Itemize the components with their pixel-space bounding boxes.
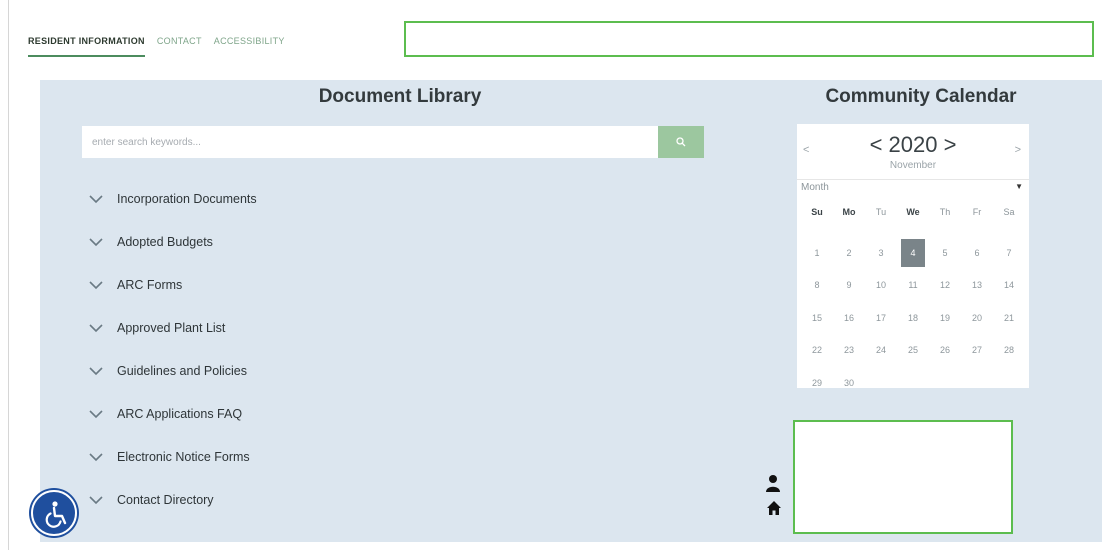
- calendar-day[interactable]: 16: [833, 302, 865, 335]
- calendar-month-label: November: [889, 160, 937, 171]
- document-item-label: Contact Directory: [117, 492, 214, 507]
- wheelchair-icon: [45, 501, 67, 528]
- chevron-down-icon: [89, 323, 103, 332]
- document-item-budgets[interactable]: Adopted Budgets: [88, 220, 257, 263]
- calendar-day[interactable]: 20: [961, 302, 993, 335]
- search-button[interactable]: [658, 126, 704, 158]
- chevron-down-icon: [89, 280, 103, 289]
- calendar-day[interactable]: 19: [929, 302, 961, 335]
- calendar-day[interactable]: 8: [801, 269, 833, 302]
- calendar-day[interactable]: 29: [801, 367, 833, 400]
- nav-contact[interactable]: CONTACT: [157, 36, 202, 55]
- weekday-header: Tu: [875, 207, 887, 217]
- nav-resident-information[interactable]: RESIDENT INFORMATION: [28, 36, 145, 57]
- calendar-day-selected-label: 4: [901, 238, 925, 267]
- chevron-down-icon: [89, 452, 103, 461]
- weekday-header: Sa: [1003, 207, 1015, 217]
- calendar-day[interactable]: 15: [801, 302, 833, 335]
- document-item-label: Incorporation Documents: [117, 191, 257, 206]
- weekday-header: Mo: [842, 207, 856, 217]
- document-item-label: Electronic Notice Forms: [117, 449, 250, 464]
- calendar-widget: < < 2020 > > November Month ▼ Su Mo Tu W…: [797, 124, 1029, 388]
- community-calendar-title: Community Calendar: [825, 86, 1017, 107]
- calendar-day-selected[interactable]: 4: [897, 237, 929, 270]
- search-icon: [676, 137, 686, 147]
- calendar-day[interactable]: 2: [833, 237, 865, 270]
- document-list: Incorporation Documents Adopted Budgets …: [88, 188, 257, 532]
- weekday-header: Su: [811, 207, 823, 217]
- document-item-plant-list[interactable]: Approved Plant List: [88, 306, 257, 349]
- calendar-day[interactable]: 7: [993, 237, 1025, 270]
- calendar-day[interactable]: 27: [961, 334, 993, 367]
- document-item-label: ARC Applications FAQ: [117, 406, 243, 421]
- document-item-arc-faq[interactable]: ARC Applications FAQ: [88, 392, 257, 435]
- calendar-year-selector[interactable]: < 2020 >: [797, 132, 1029, 158]
- chevron-down-icon: [89, 366, 103, 375]
- document-item-label: Approved Plant List: [117, 320, 226, 335]
- calendar-grid: Su Mo Tu We Th Fr Sa 1 2 3 4 5 6 7 8 9 1…: [801, 204, 1025, 399]
- calendar-day[interactable]: 22: [801, 334, 833, 367]
- calendar-day[interactable]: 28: [993, 334, 1025, 367]
- document-item-label: Guidelines and Policies: [117, 363, 247, 378]
- chevron-down-icon: [89, 495, 103, 504]
- calendar-day[interactable]: 12: [929, 269, 961, 302]
- top-navigation: RESIDENT INFORMATION CONTACT ACCESSIBILI…: [28, 36, 297, 62]
- calendar-day[interactable]: 30: [833, 367, 865, 400]
- calendar-view-label: Month: [801, 182, 829, 193]
- calendar-day[interactable]: 1: [801, 237, 833, 270]
- accessibility-widget-button[interactable]: [31, 490, 77, 536]
- document-item-incorporation[interactable]: Incorporation Documents: [88, 177, 257, 220]
- calendar-day[interactable]: 10: [865, 269, 897, 302]
- calendar-day[interactable]: 17: [865, 302, 897, 335]
- header-highlight-box: [404, 21, 1094, 57]
- document-library-title: Document Library: [318, 86, 482, 107]
- calendar-day[interactable]: 26: [929, 334, 961, 367]
- document-item-contact-directory[interactable]: Contact Directory: [88, 478, 257, 521]
- calendar-day[interactable]: 14: [993, 269, 1025, 302]
- document-item-notice-forms[interactable]: Electronic Notice Forms: [88, 435, 257, 478]
- person-icon[interactable]: [766, 474, 780, 497]
- calendar-day[interactable]: 6: [961, 237, 993, 270]
- document-item-arc-forms[interactable]: ARC Forms: [88, 263, 257, 306]
- document-item-guidelines[interactable]: Guidelines and Policies: [88, 349, 257, 392]
- calendar-day[interactable]: 13: [961, 269, 993, 302]
- calendar-day[interactable]: 11: [897, 269, 929, 302]
- weekday-header: Fr: [972, 207, 982, 217]
- calendar-day[interactable]: 5: [929, 237, 961, 270]
- chevron-down-icon: [89, 237, 103, 246]
- caret-down-icon: ▼: [1015, 182, 1023, 191]
- search-input[interactable]: [82, 126, 658, 158]
- calendar-day[interactable]: 23: [833, 334, 865, 367]
- weekday-header: Th: [939, 207, 951, 217]
- calendar-view-dropdown[interactable]: Month ▼: [797, 179, 1029, 195]
- calendar-day[interactable]: 9: [833, 269, 865, 302]
- calendar-day[interactable]: 18: [897, 302, 929, 335]
- calendar-next-button[interactable]: >: [1015, 144, 1021, 156]
- document-item-label: ARC Forms: [117, 277, 183, 292]
- nav-accessibility[interactable]: ACCESSIBILITY: [214, 36, 285, 55]
- chevron-down-icon: [89, 194, 103, 203]
- calendar-day[interactable]: 24: [865, 334, 897, 367]
- weekday-header: We: [906, 207, 920, 217]
- document-item-label: Adopted Budgets: [117, 234, 213, 249]
- sidebar-widget-box: [793, 420, 1013, 534]
- calendar-day[interactable]: 3: [865, 237, 897, 270]
- chevron-down-icon: [89, 409, 103, 418]
- home-icon[interactable]: [766, 500, 782, 521]
- calendar-day[interactable]: 21: [993, 302, 1025, 335]
- calendar-day[interactable]: 25: [897, 334, 929, 367]
- left-border-line: [8, 0, 9, 550]
